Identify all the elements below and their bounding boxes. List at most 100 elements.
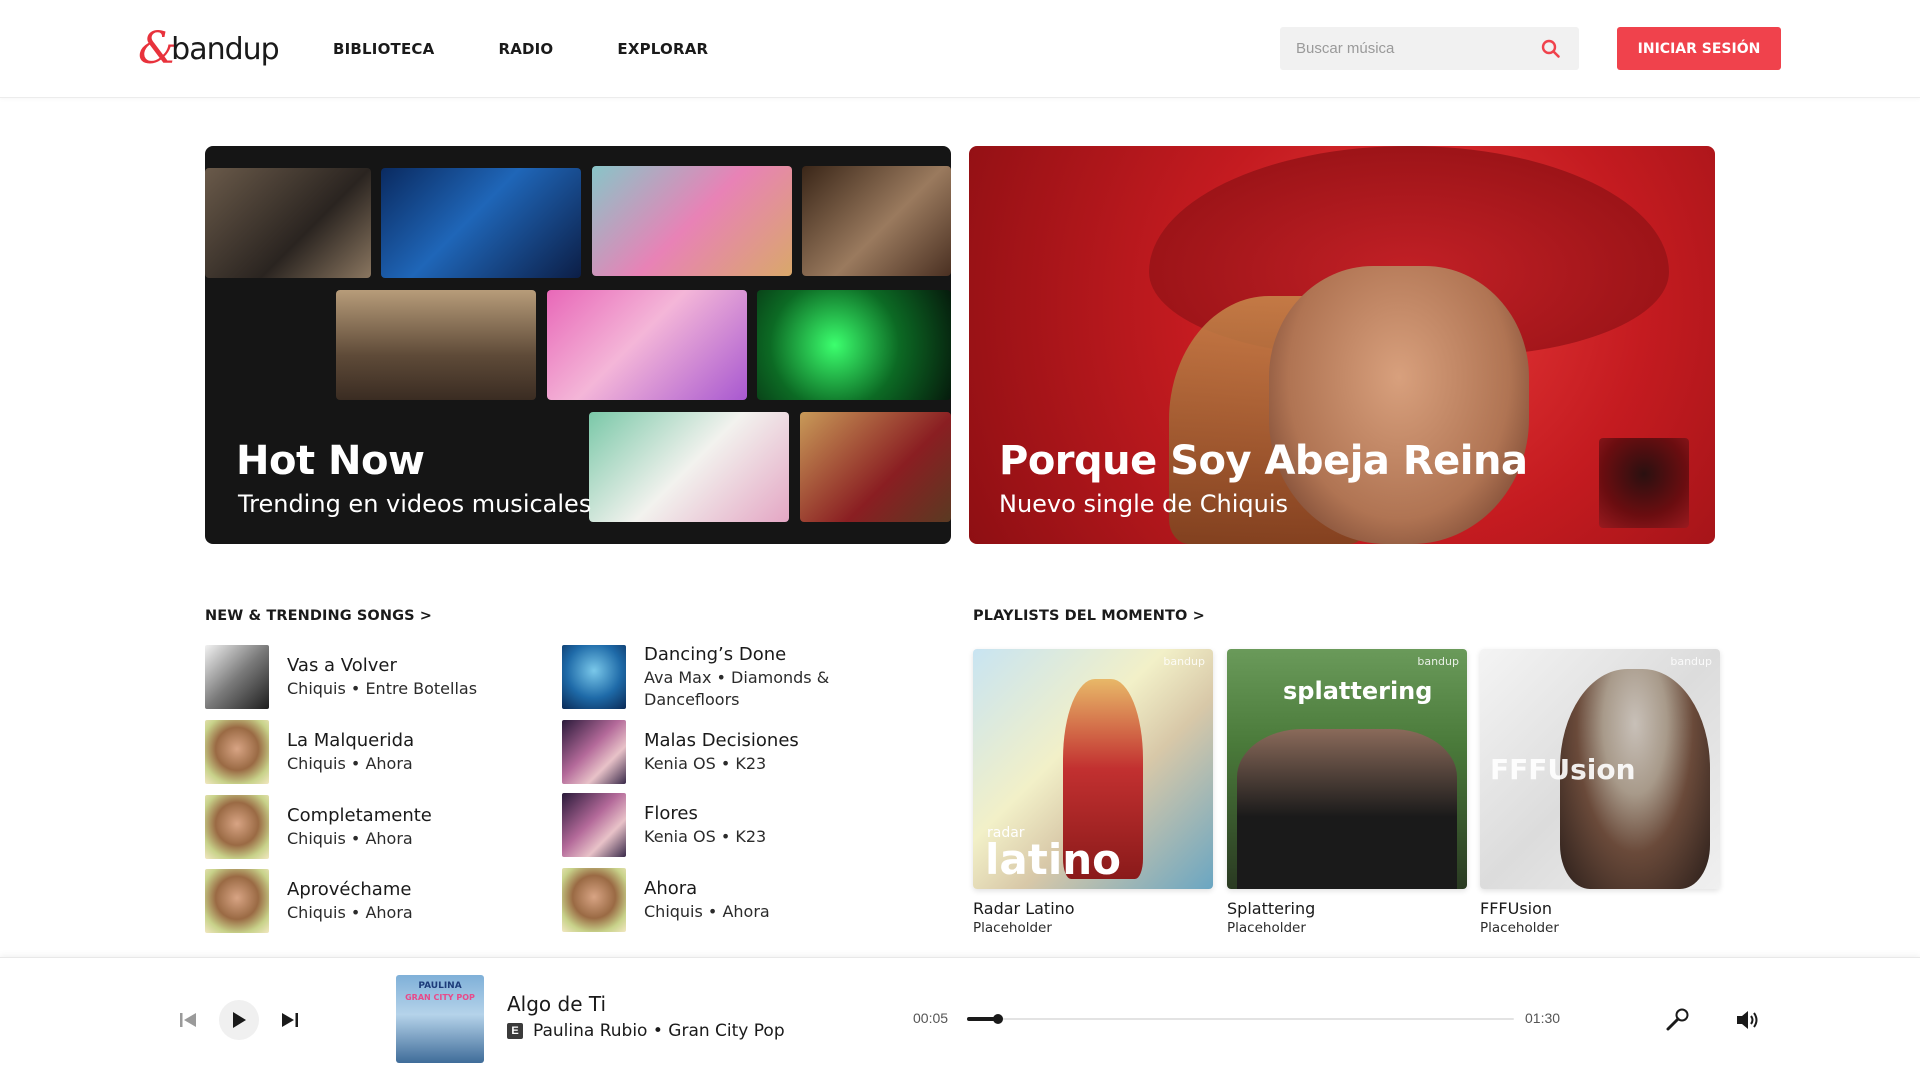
playlist-brand: bandup	[1417, 655, 1459, 668]
volume-button[interactable]	[1734, 1006, 1762, 1034]
login-button[interactable]: INICIAR SESIÓN	[1617, 27, 1781, 70]
song-cover	[562, 868, 626, 932]
song-meta: Chiquis • Ahora	[287, 829, 413, 848]
search-input[interactable]	[1280, 40, 1530, 57]
playlist-card[interactable]: bandup radar latino Radar Latino Placeho…	[973, 649, 1213, 937]
song-cover	[562, 645, 626, 709]
main-nav: BIBLIOTECA RADIO EXPLORAR	[333, 40, 708, 58]
playlist-cover: bandup radar latino	[973, 649, 1213, 889]
playlist-description: Placeholder	[973, 920, 1052, 936]
playlist-name: Radar Latino	[973, 899, 1075, 918]
playlist-name: Splattering	[1227, 899, 1316, 918]
playlist-description: Placeholder	[1227, 920, 1306, 936]
now-playing-title[interactable]: Algo de Ti	[507, 992, 606, 1016]
cover-artist-text: PAULINA	[418, 981, 462, 991]
song-item[interactable]: Malas Decisiones Kenia OS • K23	[562, 720, 922, 784]
song-item[interactable]: Completamente Chiquis • Ahora	[205, 795, 565, 859]
previous-button[interactable]	[178, 1010, 198, 1030]
playlists-section-title[interactable]: PLAYLISTS DEL MOMENTO >	[973, 608, 1205, 624]
song-item[interactable]: Flores Kenia OS • K23	[562, 793, 922, 857]
explicit-badge: E	[507, 1023, 523, 1039]
song-title: Vas a Volver	[287, 655, 397, 676]
playlist-cover-text: splattering	[1283, 677, 1433, 705]
hot-now-banner[interactable]: Hot Now Trending en videos musicales	[205, 146, 951, 544]
song-item[interactable]: La Malquerida Chiquis • Ahora	[205, 720, 565, 784]
time-current: 00:05	[913, 1010, 949, 1026]
video-thumbnail	[547, 290, 747, 400]
song-meta: Chiquis • Entre Botellas	[287, 679, 478, 698]
song-item[interactable]: Dancing’s Done Ava Max • Diamonds & Dance…	[562, 644, 922, 709]
now-playing-meta: E Paulina Rubio • Gran City Pop	[507, 1021, 785, 1041]
video-thumbnail	[800, 412, 951, 522]
song-meta: Kenia OS • K23	[644, 754, 767, 773]
now-playing-cover[interactable]: PAULINA GRAN CITY POP	[396, 975, 484, 1063]
top-header: & bandup BIBLIOTECA RADIO EXPLORAR INICI…	[0, 0, 1920, 98]
song-title: Ahora	[644, 878, 698, 899]
playlist-name: FFFUsion	[1480, 899, 1553, 918]
song-cover	[205, 795, 269, 859]
song-meta: Kenia OS • K23	[644, 827, 767, 846]
play-icon	[233, 1012, 246, 1028]
video-thumbnail	[205, 168, 371, 278]
progress-bar[interactable]	[967, 1014, 1514, 1024]
playlist-cover: bandup splattering	[1227, 649, 1467, 889]
previous-icon	[180, 1013, 196, 1027]
search-box	[1280, 27, 1579, 70]
nav-biblioteca[interactable]: BIBLIOTECA	[333, 40, 434, 58]
song-title: Malas Decisiones	[644, 730, 799, 751]
song-title: Dancing’s Done	[644, 644, 787, 665]
logo-text: bandup	[171, 31, 280, 67]
playlist-description: Placeholder	[1480, 920, 1559, 936]
nav-explorar[interactable]: EXPLORAR	[617, 40, 708, 58]
video-thumbnail	[757, 290, 951, 400]
playlist-card[interactable]: bandup FFFUsion FFFUsion Placeholder	[1480, 649, 1720, 937]
nav-radio[interactable]: RADIO	[498, 40, 553, 58]
song-cover	[562, 793, 626, 857]
video-thumbnail	[381, 168, 581, 278]
playlist-cover: bandup FFFUsion	[1480, 649, 1720, 889]
song-item[interactable]: Aprovéchame Chiquis • Ahora	[205, 869, 565, 933]
search-icon[interactable]	[1541, 39, 1561, 59]
cover-album-text: GRAN CITY POP	[405, 993, 475, 1002]
playlist-card[interactable]: bandup splattering Splattering Placehold…	[1227, 649, 1467, 937]
song-cover	[562, 720, 626, 784]
video-thumbnail	[589, 412, 789, 522]
play-button[interactable]	[219, 1000, 259, 1040]
artist-portrait	[1269, 266, 1529, 544]
volume-icon	[1737, 1011, 1758, 1029]
hero-title: Hot Now	[236, 438, 425, 484]
song-cover	[205, 645, 269, 709]
featured-single-banner[interactable]: Porque Soy Abeja Reina Nuevo single de C…	[969, 146, 1715, 544]
song-cover	[205, 869, 269, 933]
single-cover-thumbnail[interactable]	[1599, 438, 1689, 528]
song-item[interactable]: Ahora Chiquis • Ahora	[562, 868, 922, 932]
song-title: La Malquerida	[287, 730, 415, 751]
lyrics-button[interactable]	[1663, 1006, 1691, 1034]
playlist-cover-text: FFFUsion	[1490, 753, 1636, 786]
video-thumbnail	[802, 166, 951, 276]
band-figures	[1237, 729, 1457, 889]
next-icon	[282, 1013, 298, 1027]
song-meta: Ava Max • Diamonds & Dancefloors	[644, 668, 830, 709]
song-meta: Chiquis • Ahora	[287, 754, 413, 773]
song-meta: Chiquis • Ahora	[644, 902, 770, 921]
player-bar: PAULINA GRAN CITY POP Algo de Ti E Pauli…	[0, 957, 1920, 1080]
time-total: 01:30	[1525, 1010, 1561, 1026]
song-item[interactable]: Vas a Volver Chiquis • Entre Botellas	[205, 645, 565, 709]
songs-section-title[interactable]: NEW & TRENDING SONGS >	[205, 608, 432, 624]
song-title: Aprovéchame	[287, 879, 412, 900]
song-title: Completamente	[287, 805, 432, 826]
hero-title: Porque Soy Abeja Reina	[999, 438, 1528, 484]
playlist-brand: bandup	[1163, 655, 1205, 668]
video-thumbnail	[336, 290, 536, 400]
progress-handle[interactable]	[992, 1014, 1003, 1024]
now-playing-artist-album[interactable]: Paulina Rubio • Gran City Pop	[533, 1021, 785, 1041]
microphone-icon	[1666, 1008, 1689, 1031]
next-button[interactable]	[280, 1010, 300, 1030]
song-meta: Chiquis • Ahora	[287, 903, 413, 922]
bandup-logo[interactable]: & bandup	[138, 26, 280, 72]
song-title: Flores	[644, 803, 698, 824]
song-cover	[205, 720, 269, 784]
video-thumbnail	[592, 166, 792, 276]
hero-subtitle: Nuevo single de Chiquis	[999, 490, 1289, 518]
